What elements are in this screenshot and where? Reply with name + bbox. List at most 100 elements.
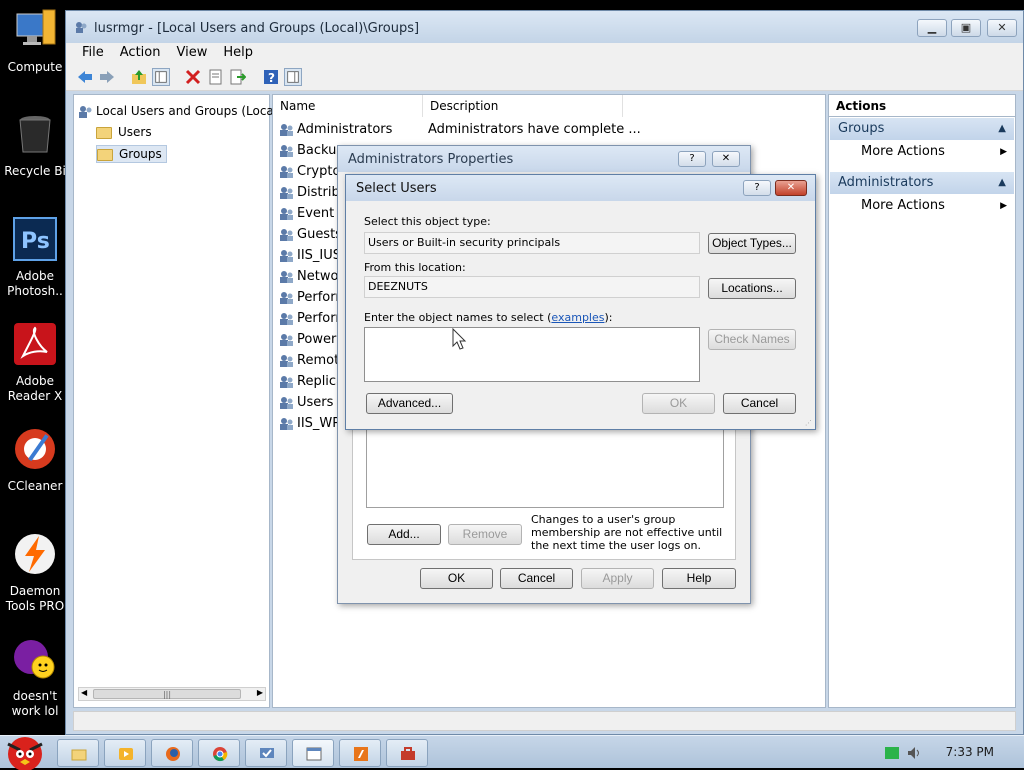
toolbar: ? (66, 63, 1023, 91)
desktop-icon-adobe-reader[interactable]: Adobe Reader X (0, 322, 70, 404)
actions-section-groups[interactable]: Groups ▲ (830, 118, 1014, 140)
taskbar-lusrmgr[interactable] (292, 739, 334, 767)
firefox-icon (166, 747, 180, 761)
locations-button[interactable]: Locations... (708, 278, 796, 299)
tree-item-label: Users (118, 125, 152, 139)
help-button[interactable]: Help (662, 568, 736, 589)
menu-help[interactable]: Help (215, 43, 261, 63)
scroll-right-icon[interactable]: ▶ (257, 688, 263, 697)
desktop-icon-yahoo[interactable]: doesn't work lol (0, 637, 70, 719)
taskbar-firefox[interactable] (151, 739, 193, 767)
chrome-icon (213, 747, 228, 762)
show-tree-icon[interactable] (152, 68, 170, 86)
actions-section-label: Groups (838, 121, 885, 136)
dialog-titlebar[interactable]: Select Users ? ✕ (346, 175, 815, 201)
collapse-icon[interactable]: ▲ (998, 118, 1006, 140)
close-icon: ✕ (786, 182, 796, 193)
more-actions-groups[interactable]: More Actions ▶ (861, 142, 1007, 162)
apply-button[interactable]: Apply (581, 568, 654, 589)
resize-grip-icon[interactable]: ⋰ (805, 419, 812, 427)
help-icon[interactable]: ? (262, 68, 280, 86)
start-button[interactable] (0, 730, 50, 770)
scroll-left-icon[interactable]: ◀ (81, 688, 87, 697)
members-list[interactable] (366, 426, 724, 508)
group-icon (280, 271, 293, 283)
window-titlebar[interactable]: lusrmgr - [Local Users and Groups (Local… (66, 11, 1023, 43)
object-names-input[interactable] (364, 327, 700, 382)
object-type-field: Users or Built-in security principals (364, 232, 700, 254)
desktop-icon-daemon-tools[interactable]: Daemon Tools PRO (0, 532, 70, 614)
tree-root[interactable]: Local Users and Groups (Loca (78, 104, 274, 118)
taskbar-folder[interactable] (57, 739, 99, 767)
minimize-button[interactable]: ▁ (917, 19, 947, 37)
menu-view[interactable]: View (168, 43, 215, 63)
menu-file[interactable]: File (74, 43, 112, 63)
tree-horizontal-scrollbar[interactable]: ◀ ||| ▶ (78, 687, 266, 701)
desktop-icon-recycle-bin[interactable]: Recycle Bi (0, 112, 70, 179)
table-row[interactable]: Administrators Administrators have comple… (279, 120, 641, 140)
delete-icon[interactable] (184, 68, 202, 86)
dialog-close-button[interactable]: ✕ (775, 180, 807, 196)
scrollbar-thumb[interactable]: ||| (93, 689, 241, 699)
taskbar-media-player[interactable] (104, 739, 146, 767)
dialog-help-button[interactable]: ? (678, 151, 706, 167)
object-types-button[interactable]: Object Types... (708, 233, 796, 254)
dialog-help-button[interactable]: ? (743, 180, 771, 196)
more-actions-administrators[interactable]: More Actions ▶ (861, 196, 1007, 216)
tree-item-users[interactable]: Users (96, 125, 152, 139)
dialog-close-button[interactable]: ✕ (712, 151, 740, 167)
group-icon (280, 397, 293, 409)
location-label: From this location: (364, 261, 466, 274)
add-button[interactable]: Add... (367, 524, 441, 545)
group-name: Administrators (297, 122, 393, 137)
column-header-description[interactable]: Description (423, 95, 623, 117)
examples-link[interactable]: examples (551, 311, 604, 324)
adobe-flash-icon (354, 747, 368, 761)
group-icon (280, 355, 293, 367)
check-names-button[interactable]: Check Names (708, 329, 796, 350)
advanced-button[interactable]: Advanced... (366, 393, 453, 414)
actions-section-label: Administrators (838, 175, 934, 190)
actions-section-administrators[interactable]: Administrators ▲ (830, 172, 1014, 194)
remove-button[interactable]: Remove (448, 524, 522, 545)
back-arrow-icon[interactable] (76, 68, 94, 86)
ok-button[interactable]: OK (642, 393, 715, 414)
submenu-arrow-icon: ▶ (1000, 201, 1007, 211)
export-list-icon[interactable] (228, 68, 246, 86)
more-actions-label: More Actions (861, 198, 945, 213)
group-icon (280, 187, 293, 199)
taskbar-adobe-flash[interactable] (339, 739, 381, 767)
properties-icon[interactable] (206, 68, 224, 86)
forward-arrow-icon[interactable] (98, 68, 116, 86)
taskbar-chrome[interactable] (198, 739, 240, 767)
network-icon[interactable] (885, 747, 899, 759)
maximize-button[interactable]: ▣ (951, 19, 981, 37)
clock[interactable]: 7:33 PM (946, 745, 994, 759)
collapse-icon[interactable]: ▲ (998, 172, 1006, 194)
close-button[interactable]: ✕ (987, 19, 1017, 37)
desktop-icon-label: doesn't work lol (11, 689, 59, 718)
menu-action[interactable]: Action (112, 43, 169, 63)
volume-icon[interactable] (906, 745, 922, 761)
mouse-pointer-icon (452, 328, 467, 350)
taskbar-computer-management[interactable] (245, 739, 287, 767)
taskbar-toolbox[interactable] (386, 739, 428, 767)
desktop-icon-computer[interactable]: Compute (0, 8, 70, 75)
lusrmgr-icon (306, 747, 322, 761)
up-folder-icon[interactable] (130, 68, 148, 86)
cancel-button[interactable]: Cancel (500, 568, 573, 589)
desktop-icon-photoshop[interactable]: Ps Adobe Photosh.. (0, 217, 70, 299)
action-pane-icon[interactable] (284, 68, 302, 86)
actions-pane: Actions Groups ▲ More Actions ▶ Administra… (828, 94, 1016, 708)
dialog-title: Select Users (356, 181, 437, 196)
desktop-icon-ccleaner[interactable]: CCleaner (0, 427, 70, 494)
ok-button[interactable]: OK (420, 568, 493, 589)
tree-item-groups[interactable]: Groups (96, 145, 167, 163)
help-icon: ? (689, 153, 695, 164)
desktop-icon-label: Adobe Photosh.. (7, 269, 63, 298)
desktop-icon-label: Daemon Tools PRO (5, 584, 65, 613)
cancel-button[interactable]: Cancel (723, 393, 796, 414)
dialog-titlebar[interactable]: Administrators Properties ? ✕ (338, 146, 750, 172)
column-header-name[interactable]: Name (273, 95, 423, 117)
daemon-tools-icon (15, 534, 55, 574)
